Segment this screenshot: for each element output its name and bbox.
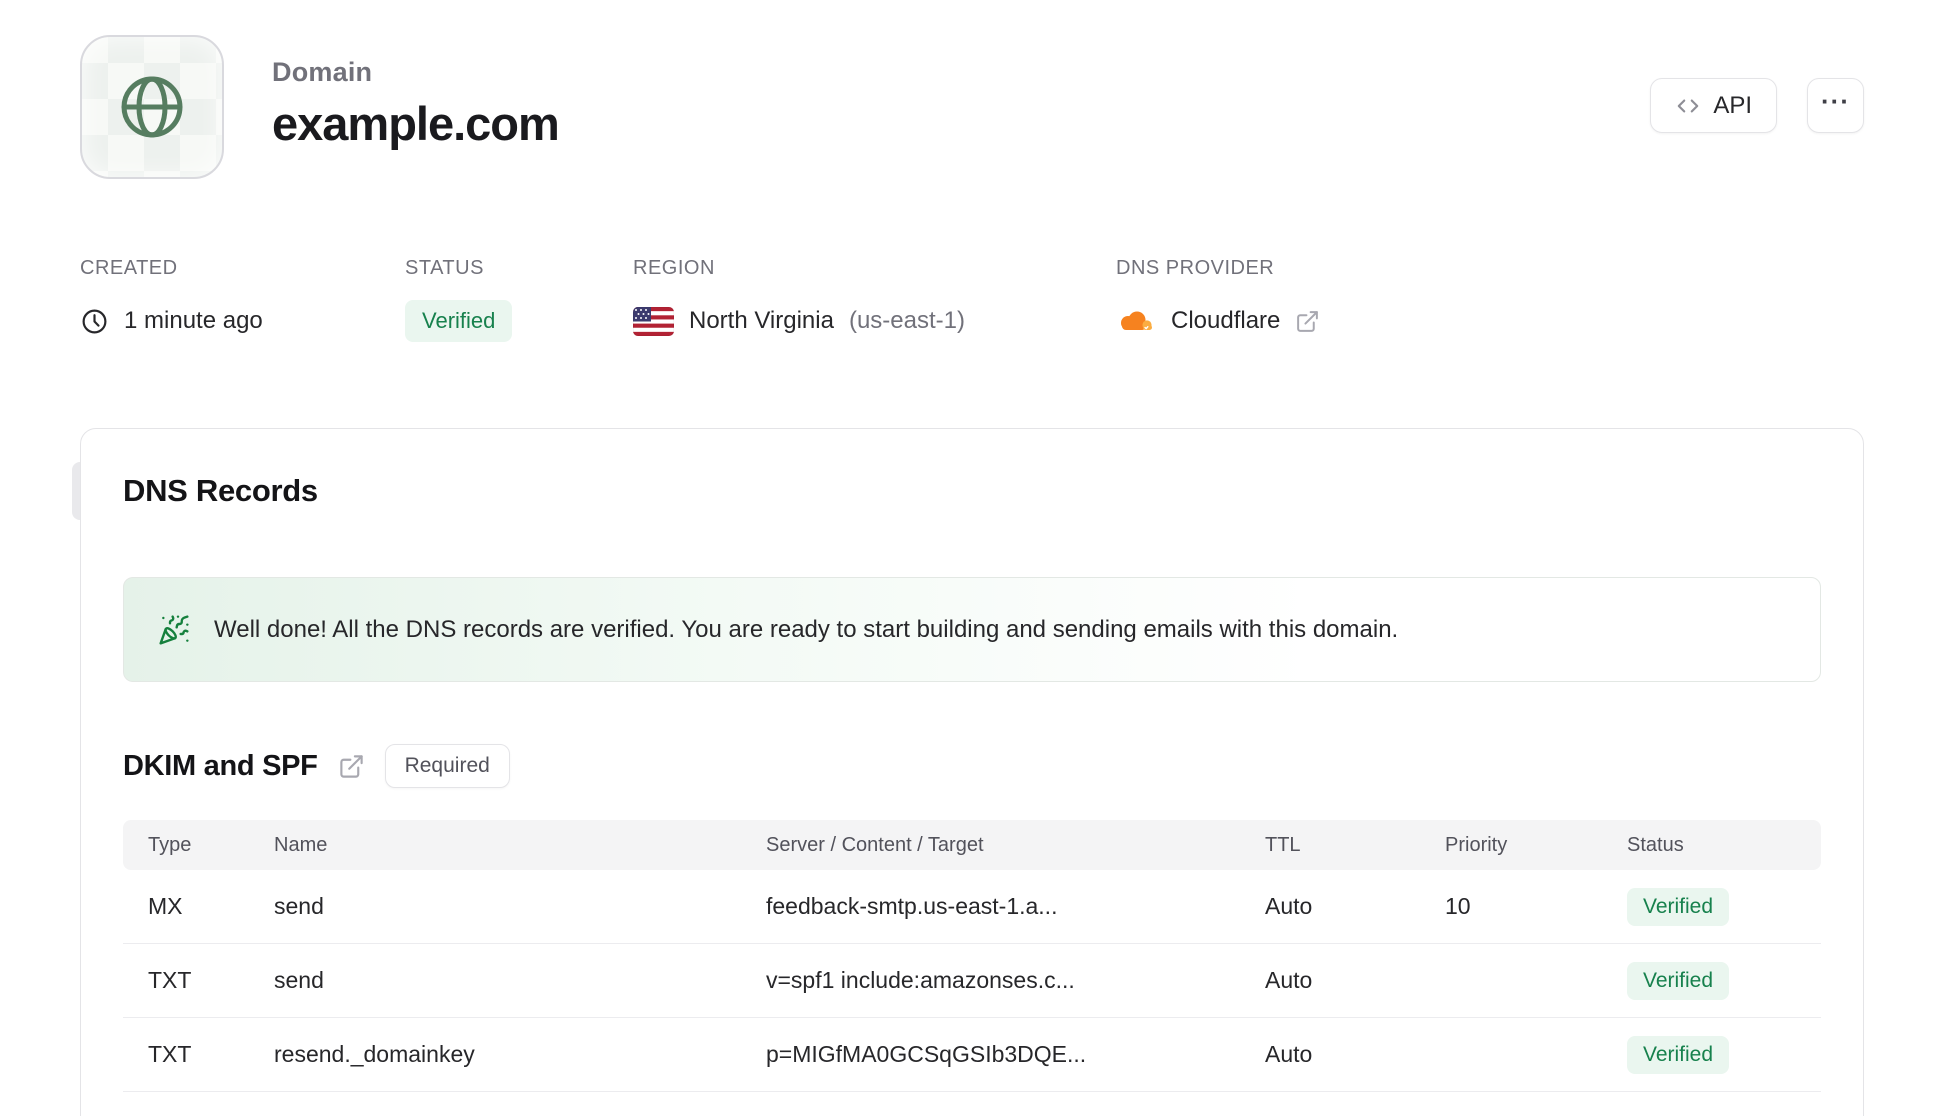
- page-header: Domain example.com API ···: [0, 0, 1944, 179]
- cell-type: MX: [148, 893, 183, 919]
- table-row: TXT send v=spf1 include:amazonses.c... A…: [123, 944, 1821, 1018]
- created-value: 1 minute ago: [124, 307, 263, 334]
- record-status-badge: Verified: [1627, 887, 1730, 926]
- column-header-content: Server / Content / Target: [766, 833, 984, 856]
- meta-region: REGION North Virginia (us-east-1): [633, 257, 1116, 342]
- cloudflare-icon: [1116, 306, 1156, 336]
- success-banner: Well done! All the DNS records are verif…: [123, 577, 1821, 682]
- cell-ttl: Auto: [1265, 893, 1313, 919]
- column-header-name: Name: [274, 833, 328, 856]
- header-actions: API ···: [1650, 35, 1864, 133]
- record-status-badge: Verified: [1627, 1035, 1730, 1074]
- required-badge: Required: [384, 744, 510, 788]
- region-code: (us-east-1): [848, 307, 965, 334]
- dns-provider-label: DNS PROVIDER: [1116, 257, 1275, 279]
- cell-priority: 10: [1445, 893, 1471, 919]
- cell-content: p=MIGfMA0GCSqGSIb3DQE...: [766, 1041, 1087, 1067]
- dkim-spf-section-head: DKIM and SPF Required: [123, 744, 1821, 788]
- meta-created: CREATED 1 minute ago: [80, 257, 405, 342]
- cell-status: Verified: [1627, 1035, 1821, 1074]
- cell-name: send: [274, 893, 324, 919]
- cell-status: Verified: [1627, 887, 1821, 926]
- region-value: North Virginia: [689, 307, 834, 334]
- party-popper-icon: [158, 614, 190, 646]
- status-badge: Verified: [405, 300, 513, 342]
- domain-meta: CREATED 1 minute ago STATUS Verified REG…: [0, 257, 1944, 342]
- dkim-external-link-icon[interactable]: [338, 753, 365, 780]
- cell-status: Verified: [1627, 961, 1821, 1000]
- status-label: STATUS: [405, 257, 484, 279]
- cell-content: feedback-smtp.us-east-1.a...: [766, 893, 1058, 919]
- dns-records-card: DNS Records Well done! All the DNS recor…: [80, 428, 1864, 1116]
- page-title: example.com: [272, 97, 560, 150]
- column-header-ttl: TTL: [1265, 833, 1301, 856]
- meta-status: STATUS Verified: [405, 257, 633, 342]
- api-button[interactable]: API: [1650, 78, 1777, 133]
- dns-records-title: DNS Records: [123, 473, 318, 508]
- column-header-status: Status: [1627, 833, 1684, 856]
- cell-type: TXT: [148, 1041, 192, 1067]
- dkim-spf-title: DKIM and SPF: [123, 749, 318, 782]
- column-header-priority: Priority: [1445, 833, 1508, 856]
- dns-records-card-wrap: DNS Records Well done! All the DNS recor…: [72, 428, 1864, 1116]
- header-text: Domain example.com: [272, 35, 560, 151]
- table-row: TXT resend._domainkey p=MIGfMA0GCSqGSIb3…: [123, 1018, 1821, 1092]
- record-status-badge: Verified: [1627, 961, 1730, 1000]
- table-row: MX send feedback-smtp.us-east-1.a... Aut…: [123, 870, 1821, 944]
- cell-type: TXT: [148, 967, 192, 993]
- cell-name: resend._domainkey: [274, 1041, 475, 1067]
- more-options-button[interactable]: ···: [1807, 78, 1864, 133]
- cell-content: v=spf1 include:amazonses.c...: [766, 967, 1075, 993]
- code-icon: [1675, 93, 1701, 119]
- globe-icon: [113, 68, 191, 146]
- clock-icon: [80, 307, 109, 336]
- us-flag-icon: [633, 306, 674, 336]
- domain-kicker: Domain: [272, 57, 373, 87]
- api-button-label: API: [1713, 91, 1752, 119]
- meta-dns-provider: DNS PROVIDER Cloudflare: [1116, 257, 1320, 342]
- dns-records-table: Type Name Server / Content / Target TTL …: [123, 820, 1821, 1092]
- cell-ttl: Auto: [1265, 967, 1313, 993]
- region-label: REGION: [633, 257, 715, 279]
- success-banner-text: Well done! All the DNS records are verif…: [214, 615, 1399, 643]
- external-link-icon[interactable]: [1295, 309, 1320, 334]
- dns-provider-value: Cloudflare: [1171, 307, 1281, 334]
- created-label: CREATED: [80, 257, 178, 279]
- cell-name: send: [274, 967, 324, 993]
- column-header-type: Type: [148, 833, 192, 856]
- ellipsis-icon: ···: [1821, 85, 1850, 116]
- domain-avatar: [80, 35, 224, 179]
- domain-detail-page: Domain example.com API ··· CREATED 1 min…: [0, 0, 1944, 1116]
- table-header-row: Type Name Server / Content / Target TTL …: [123, 820, 1821, 870]
- cell-ttl: Auto: [1265, 1041, 1313, 1067]
